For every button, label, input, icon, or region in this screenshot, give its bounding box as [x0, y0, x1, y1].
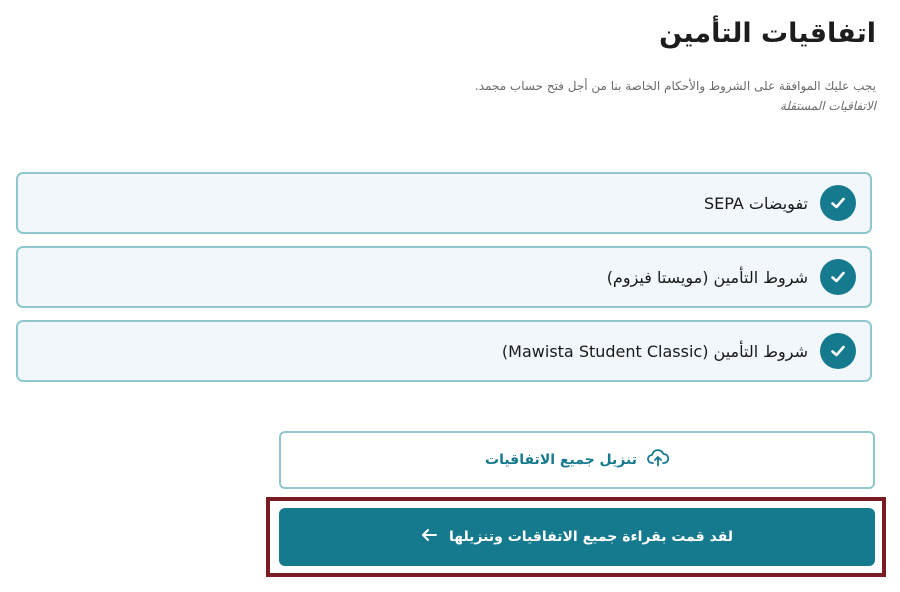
agreement-label: تفويضات SEPA	[703, 193, 808, 213]
insurance-agreements-page: اتفاقيات التأمين يجب عليك الموافقة على ا…	[0, 0, 900, 592]
download-all-agreements-button[interactable]: تنزيل جميع الاتفاقيات	[279, 431, 875, 489]
upload-cloud-icon	[647, 449, 670, 471]
check-icon	[820, 185, 856, 221]
subtitle-line-1: يجب عليك الموافقة على الشروط والأحكام ال…	[474, 79, 876, 93]
page-title: اتفاقيات التأمين	[659, 18, 876, 49]
check-icon	[820, 333, 856, 369]
arrow-left-icon	[421, 528, 437, 546]
agreement-item-visum-terms[interactable]: شروط التأمين (مويستا فيزوم)	[16, 246, 872, 308]
subtitle-line-2: الاتفاقيات المستقلة	[779, 99, 876, 113]
page-subtitle: يجب عليك الموافقة على الشروط والأحكام ال…	[396, 76, 876, 116]
download-button-label: تنزيل جميع الاتفاقيات	[485, 452, 637, 468]
confirm-read-and-downloaded-button[interactable]: لقد قمت بقراءة جميع الاتفاقيات وتنزيلها	[279, 508, 875, 566]
agreement-item-student-classic-terms[interactable]: شروط التأمين (Mawista Student Classic)	[16, 320, 872, 382]
agreement-item-sepa[interactable]: تفويضات SEPA	[16, 172, 872, 234]
confirm-button-label: لقد قمت بقراءة جميع الاتفاقيات وتنزيلها	[448, 529, 734, 545]
agreement-label: شروط التأمين (مويستا فيزوم)	[606, 267, 808, 287]
check-icon	[820, 259, 856, 295]
agreement-label: شروط التأمين (Mawista Student Classic)	[501, 341, 808, 361]
